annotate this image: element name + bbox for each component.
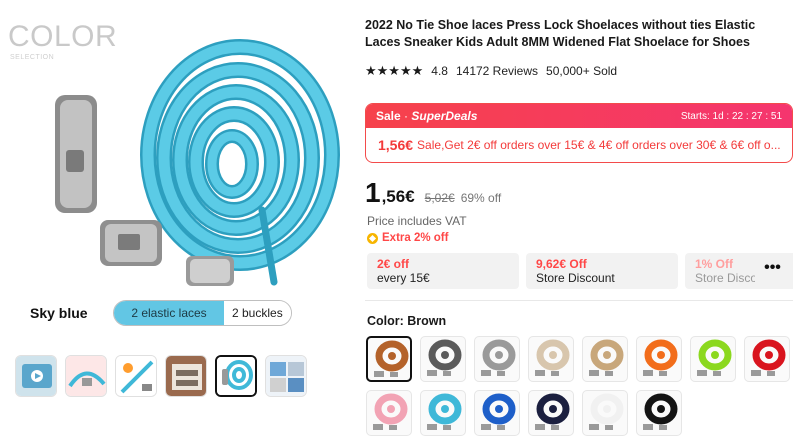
swatch-image: [535, 339, 570, 376]
swatch-image: [589, 339, 624, 376]
extra-discount-label: Extra 2% off: [382, 232, 449, 244]
color-swatch-white[interactable]: [582, 390, 628, 436]
superdeals-label: SuperDeals: [411, 109, 478, 123]
deal-price: 1,56€: [378, 137, 414, 153]
color-swatch-red[interactable]: [744, 336, 790, 382]
swatch-image: [373, 393, 408, 430]
color-swatch-beige[interactable]: [528, 336, 574, 382]
swatch-image: [374, 340, 409, 377]
option-buckles: 2 buckles: [224, 301, 291, 325]
coupon-item[interactable]: 9,62€ Off Store Discount: [526, 253, 678, 289]
coiled-lace-image: [140, 39, 340, 286]
color-swatch-dark-gray[interactable]: [420, 336, 466, 382]
shoelace-illustration: [55, 39, 340, 286]
deal-body: 1,56€ Sale,Get 2€ off orders over 15€ & …: [366, 128, 792, 162]
coupon-list: 2€ off every 15€ 9,62€ Off Store Discoun…: [367, 253, 793, 289]
product-title: 2022 No Tie Shoe laces Press Lock Shoela…: [365, 18, 756, 49]
coupon-condition: every 15€: [377, 271, 430, 285]
rating-row: ★★★★★ 4.8 14172 Reviews 50,000+ Sold: [365, 63, 617, 79]
color-swatch-khaki[interactable]: [582, 336, 628, 382]
color-swatch-royal-blue[interactable]: [474, 390, 520, 436]
thumbnail-2[interactable]: [65, 355, 107, 397]
thumbnail-1[interactable]: [15, 355, 57, 397]
vat-note: Price includes VAT: [367, 214, 467, 228]
coupon-amount: 9,62€ Off: [536, 257, 587, 271]
swatch-image: [427, 393, 462, 430]
discount-percent: 69% off: [460, 191, 502, 205]
price-integer: 1: [365, 177, 381, 208]
swatch-image: [481, 393, 516, 430]
content-options-pill: 2 elastic laces 2 buckles: [113, 300, 292, 326]
sold-count: 50,000+ Sold: [546, 64, 618, 78]
rating-value: 4.8: [431, 64, 448, 78]
swatch-image: [751, 339, 786, 376]
sale-label: Sale: [376, 109, 401, 123]
color-swatch-pink[interactable]: [366, 390, 412, 436]
thumbnail-6[interactable]: [265, 355, 307, 397]
color-swatch-orange[interactable]: [636, 336, 682, 382]
original-price: 5,02€: [424, 191, 455, 205]
swatch-image: [643, 339, 678, 376]
swatch-image: [697, 339, 732, 376]
color-swatch-navy[interactable]: [528, 390, 574, 436]
selected-color-name: Sky blue: [30, 305, 88, 321]
divider: [365, 300, 793, 301]
swatch-image: [481, 339, 516, 376]
star-rating-icon: ★★★★★: [365, 63, 424, 78]
price-decimal: ,56€: [381, 187, 415, 206]
color-swatch-black[interactable]: [636, 390, 682, 436]
swatch-image: [589, 393, 624, 430]
superdeals-banner: Sale · SuperDeals Starts: 1d : 22 : 27 :…: [365, 103, 793, 163]
thumbnail-4[interactable]: [165, 355, 207, 397]
swatch-image: [427, 339, 462, 376]
color-swatch-brown[interactable]: [366, 336, 412, 382]
color-swatch-gray[interactable]: [474, 336, 520, 382]
color-swatch-lime[interactable]: [690, 336, 736, 382]
more-coupons-button[interactable]: •••: [755, 254, 790, 288]
price-row: 1 ,56€ 5,02€ 69% off: [365, 177, 501, 209]
coin-icon: [367, 232, 378, 244]
deal-countdown: Starts: 1d : 22 : 27 : 51: [680, 110, 782, 122]
option-elastic-laces: 2 elastic laces: [114, 301, 224, 325]
extra-discount: Extra 2% off: [367, 232, 448, 244]
thumbnail-strip: [15, 355, 307, 397]
deal-header: Sale · SuperDeals Starts: 1d : 22 : 27 :…: [366, 104, 792, 128]
swatch-image: [535, 393, 570, 430]
color-swatch-sky-blue[interactable]: [420, 390, 466, 436]
thumbnail-5-selected[interactable]: [215, 355, 257, 397]
reviews-link[interactable]: 14172 Reviews: [456, 64, 538, 78]
coupon-item[interactable]: 2€ off every 15€: [367, 253, 519, 289]
swatch-image: [643, 393, 678, 430]
deal-description: Sale,Get 2€ off orders over 15€ & 4€ off…: [417, 138, 781, 152]
main-product-image[interactable]: COLOR SELECTION Sky blue 2 elastic laces…: [0, 0, 350, 340]
thumbnail-3[interactable]: [115, 355, 157, 397]
color-label: Color: Brown: [367, 314, 447, 328]
product-gallery: COLOR SELECTION Sky blue 2 elastic laces…: [0, 0, 350, 444]
coupon-amount: 2€ off: [377, 257, 410, 271]
coupon-condition: Store Discount: [536, 271, 615, 285]
